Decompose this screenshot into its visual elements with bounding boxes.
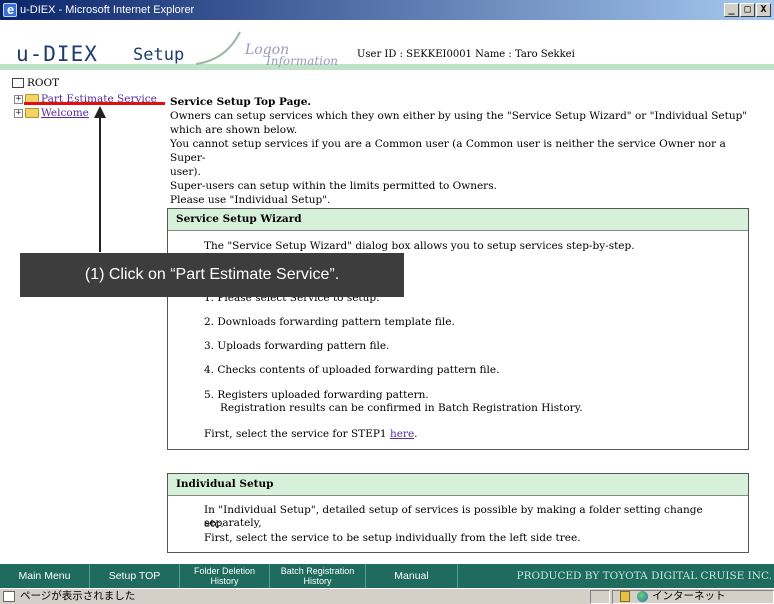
button-label: Batch Registration xyxy=(280,566,355,576)
main-menu-button[interactable]: Main Menu xyxy=(0,564,90,588)
individual-text: In "Individual Setup", detailed setup of… xyxy=(204,504,703,529)
status-text: ページが表示されました xyxy=(20,590,136,602)
page-title: Service Setup Top Page. xyxy=(170,96,312,108)
minimize-button[interactable]: _ xyxy=(724,3,739,17)
lock-icon xyxy=(620,591,630,602)
folder-deletion-history-button[interactable]: Folder Deletion History xyxy=(180,564,270,588)
page-status-icon xyxy=(3,591,15,602)
wizard-intro: The "Service Setup Wizard" dialog box al… xyxy=(204,240,635,252)
intro-line: Super-users can setup within the limits … xyxy=(170,180,497,192)
intro-line: which are shown below. xyxy=(170,124,298,136)
information-label: Information xyxy=(266,54,339,68)
close-button[interactable]: X xyxy=(756,3,771,17)
window-title-bar: u-DIEX - Microsoft Internet Explorer _ □… xyxy=(0,0,774,20)
ie-icon xyxy=(3,0,17,20)
zone-text: インターネット xyxy=(652,590,726,602)
page-header: u-DIEX Setup Logon Information User ID :… xyxy=(0,20,774,75)
produced-by-text: PRODUCED BY TOYOTA DIGITAL CRUISE INC. xyxy=(516,570,773,582)
intro-line: You cannot setup services if you are a C… xyxy=(170,138,726,164)
intro-line: user). xyxy=(170,166,201,178)
button-label: History xyxy=(210,576,239,586)
intro-line: Please use "Individual Setup". xyxy=(170,194,331,206)
tree-item-welcome[interactable]: + Welcome xyxy=(14,107,89,119)
individual-setup-panel: Individual Setup In "Individual Setup", … xyxy=(167,473,749,553)
panel-heading: Individual Setup xyxy=(168,474,748,496)
individual-text: etc. xyxy=(204,518,224,530)
status-panel xyxy=(590,590,610,604)
internet-zone-icon xyxy=(637,591,648,602)
wizard-start-text: First, select the service for STEP1 here… xyxy=(204,428,418,441)
instruction-callout: (1) Click on “Part Estimate Service”. xyxy=(20,253,404,297)
expand-icon[interactable]: + xyxy=(14,94,23,104)
button-label: History xyxy=(303,576,332,586)
batch-registration-history-button[interactable]: Batch Registration History xyxy=(270,564,366,588)
tree-root-label: ROOT xyxy=(27,77,60,89)
header-band xyxy=(0,64,774,70)
user-info: User ID : SEKKEI0001 Name : Taro Sekkei xyxy=(357,49,575,60)
wizard-step: 3. Uploads forwarding pattern file. xyxy=(204,340,390,352)
setup-top-button[interactable]: Setup TOP xyxy=(90,564,180,588)
tree-item-label[interactable]: Welcome xyxy=(41,107,89,119)
wizard-step-note: Registration results can be confirmed in… xyxy=(220,402,583,414)
individual-text: First, select the service to be setup in… xyxy=(204,532,581,544)
window-title: u-DIEX - Microsoft Internet Explorer xyxy=(20,4,195,16)
intro-line: Owners can setup services which they own… xyxy=(170,110,748,122)
tree-root[interactable]: ROOT xyxy=(12,77,59,89)
service-setup-wizard-panel: Service Setup Wizard The "Service Setup … xyxy=(167,208,749,450)
bottom-navigation: Main Menu Setup TOP Folder Deletion Hist… xyxy=(0,564,774,588)
window-controls: _ □ X xyxy=(724,3,771,17)
section-title: Setup xyxy=(133,45,185,65)
wizard-start-suffix: . xyxy=(414,428,418,440)
wizard-step: 5. Registers uploaded forwarding pattern… xyxy=(204,389,429,401)
pointer-arrow-shaft xyxy=(99,116,101,252)
button-label: Folder Deletion xyxy=(193,566,256,576)
highlight-underline xyxy=(24,102,165,105)
wizard-step: 4. Checks contents of uploaded forwardin… xyxy=(204,364,500,376)
maximize-button[interactable]: □ xyxy=(740,3,755,17)
wizard-step: 2. Downloads forwarding pattern template… xyxy=(204,316,455,328)
brand-logo: u-DIEX xyxy=(16,42,98,66)
start-wizard-link[interactable]: here xyxy=(390,428,414,440)
panel-heading: Service Setup Wizard xyxy=(168,209,748,231)
main-content: Service Setup Top Page. Owners can setup… xyxy=(170,95,760,207)
root-folder-icon xyxy=(12,78,24,88)
expand-icon[interactable]: + xyxy=(14,108,23,118)
manual-button[interactable]: Manual xyxy=(366,564,458,588)
folder-icon xyxy=(25,108,39,118)
wizard-start-prefix: First, select the service for STEP1 xyxy=(204,428,390,440)
status-bar: ページが表示されました インターネット xyxy=(0,588,774,604)
